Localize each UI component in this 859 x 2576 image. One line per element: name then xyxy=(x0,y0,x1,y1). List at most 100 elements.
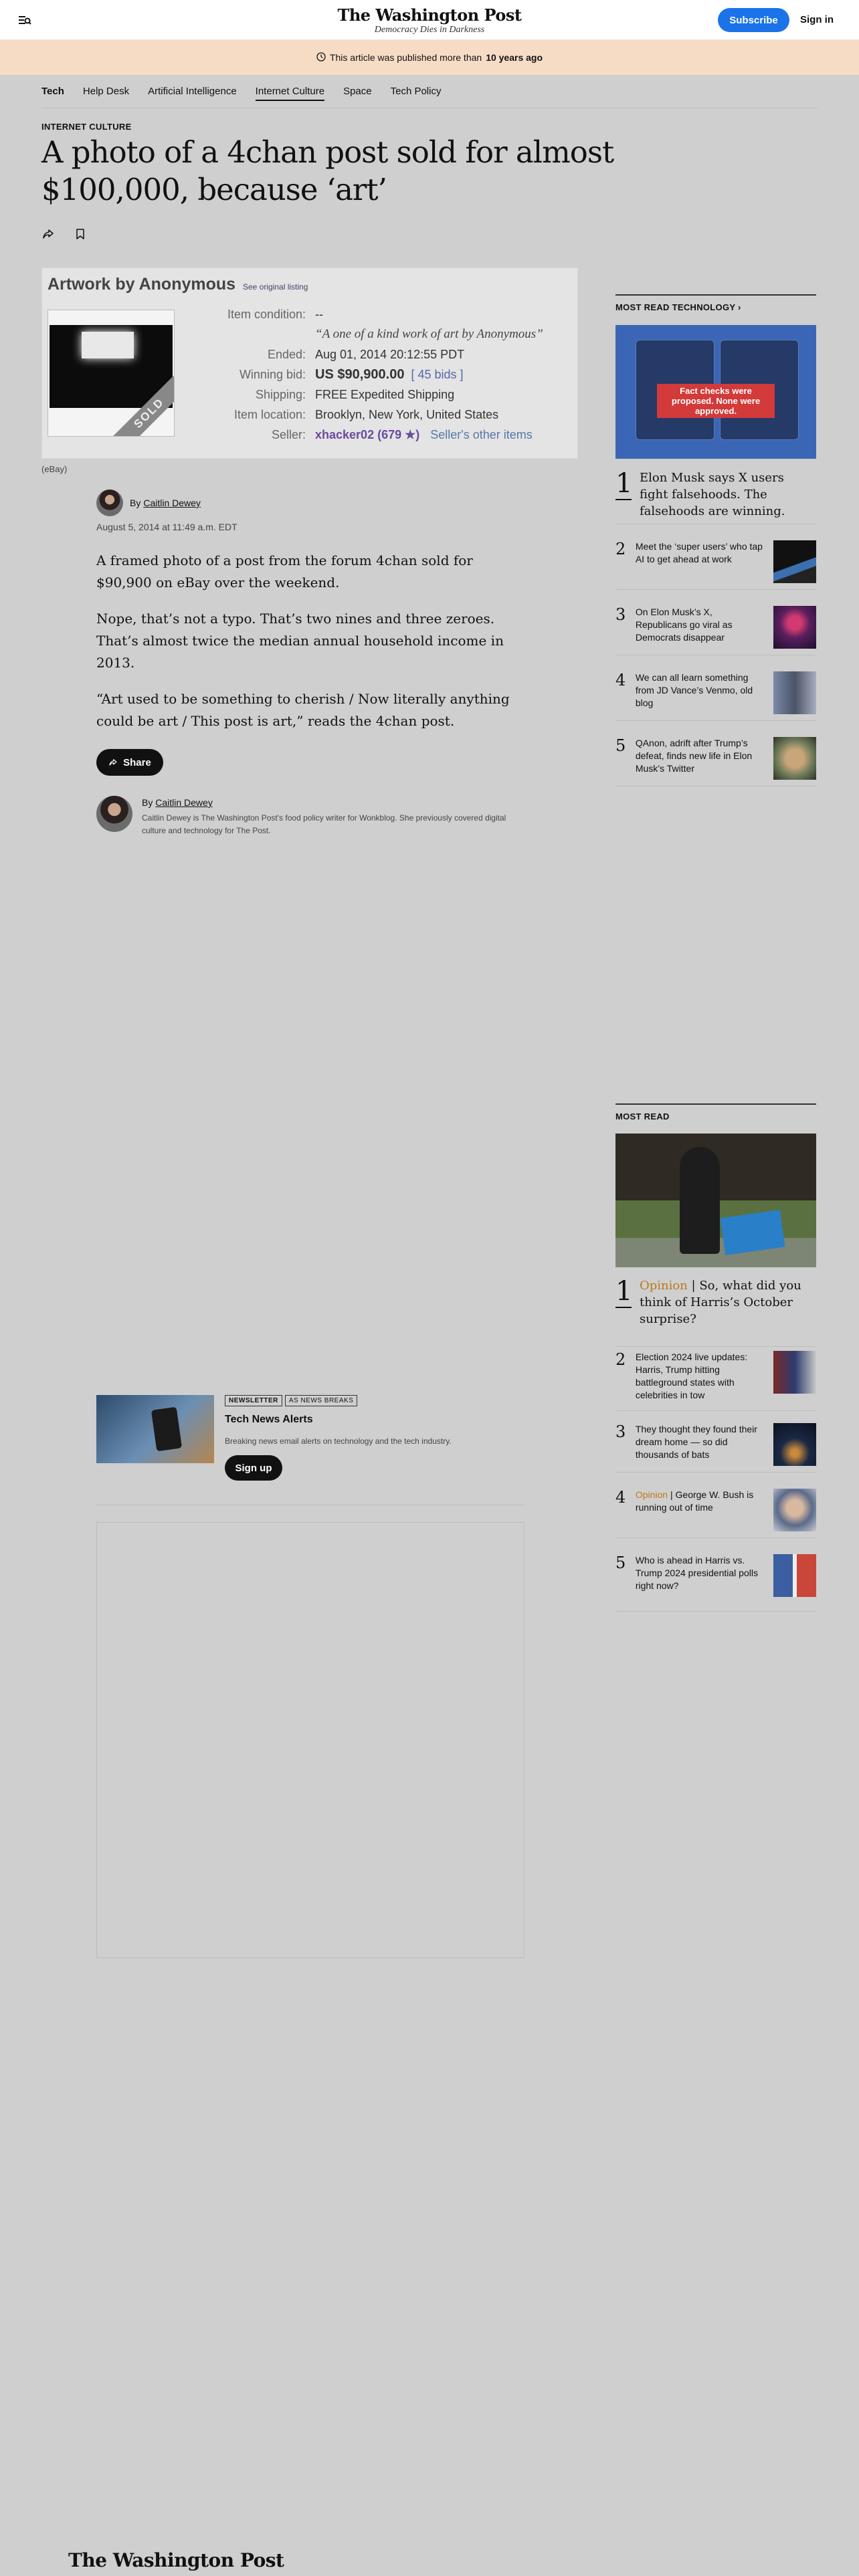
most-read-item-4[interactable]: 4 Opinion | George W. Bush is running ou… xyxy=(615,1481,816,1538)
spec-label: Winning bid: xyxy=(239,367,306,381)
rank-number: 4 xyxy=(615,671,626,689)
spec-row: Winning bid: US $90,900.00 [ 45 bids ] xyxy=(188,364,543,385)
most-read-tech-heading[interactable]: MOST READ TECHNOLOGY › xyxy=(615,294,816,312)
bio-byline: By Caitlin Dewey xyxy=(142,797,516,808)
byline-prefix: By xyxy=(130,498,141,508)
nav-space[interactable]: Space xyxy=(343,86,372,97)
winning-bid: US $90,900.00 xyxy=(315,366,405,382)
item-thumbnail[interactable] xyxy=(773,540,816,583)
tech-item-3[interactable]: 3 On Elon Musk’s X, Republicans go viral… xyxy=(615,598,816,655)
spec-row: Ended: Aug 01, 2014 20:12:55 PDT xyxy=(188,344,543,364)
item-title[interactable]: Opinion | So, what did you think of Harr… xyxy=(640,1277,814,1346)
most-read-item-5[interactable]: 5 Who is ahead in Harris vs. Trump 2024 … xyxy=(615,1546,816,1612)
most-read-tech-image[interactable]: Fact checks were proposed. None were app… xyxy=(615,325,816,459)
rank-number: 5 xyxy=(615,736,626,755)
item-thumbnail[interactable] xyxy=(773,1351,816,1394)
paragraph: “Art used to be something to cherish / N… xyxy=(96,691,510,729)
item-title[interactable]: Meet the ‘super users’ who tap AI to get… xyxy=(636,540,765,589)
section-nav: Tech Help Desk Artificial Intelligence I… xyxy=(41,75,818,108)
lead-image: Artwork by Anonymous See original listin… xyxy=(41,267,578,459)
item-thumbnail[interactable] xyxy=(773,1423,816,1466)
signin-link[interactable]: Sign in xyxy=(800,8,834,32)
opinion-label: Opinion xyxy=(640,1279,688,1293)
item-thumbnail[interactable] xyxy=(773,1554,816,1597)
publish-date: August 5, 2014 at 11:49 a.m. EDT xyxy=(96,522,237,532)
newsletter-badges: NEWSLETTER AS NEWS BREAKS xyxy=(225,1395,358,1406)
spec-row: Shipping: FREE Expedited Shipping xyxy=(188,385,543,405)
spec-value: Aug 01, 2014 20:12:55 PDT xyxy=(315,347,465,361)
tech-item-1[interactable]: 1 Elon Musk says X users fight falsehood… xyxy=(615,469,816,524)
rank-number: 3 xyxy=(615,1422,626,1441)
rank-number: 2 xyxy=(615,540,626,558)
footer-logo[interactable]: The Washington Post xyxy=(68,2549,284,2571)
kicker[interactable]: INTERNET CULTURE xyxy=(41,122,132,132)
newsletter-image xyxy=(96,1395,214,1463)
author-link[interactable]: Caitlin Dewey xyxy=(143,498,201,508)
tech-item-4[interactable]: 4 We can all learn something from JD Van… xyxy=(615,663,816,721)
spec-label: Ended: xyxy=(267,347,306,361)
nav-tech[interactable]: Tech xyxy=(41,86,64,97)
item-thumbnail[interactable] xyxy=(773,671,816,714)
nav-tech-policy[interactable]: Tech Policy xyxy=(391,86,442,97)
age-notice: This article was published more than 10 … xyxy=(0,40,859,75)
article-body: A framed photo of a post from the forum … xyxy=(96,550,524,746)
spec-row: Item location: Brooklyn, New York, United… xyxy=(188,405,543,425)
newsletter-title: Tech News Alerts xyxy=(225,1414,313,1425)
rank-number: 2 xyxy=(615,1350,626,1369)
person-graphic xyxy=(680,1147,720,1254)
seller-name: xhacker02 (679 ★) xyxy=(315,427,420,441)
spec-row: “A one of a kind work of art by Anonymou… xyxy=(188,324,543,344)
most-read-image[interactable] xyxy=(615,1134,816,1267)
author-avatar[interactable] xyxy=(96,796,132,832)
most-read-heading: MOST READ xyxy=(615,1103,816,1121)
tech-item-2[interactable]: 2 Meet the ‘super users’ who tap AI to g… xyxy=(615,532,816,590)
item-title[interactable]: We can all learn something from JD Vance… xyxy=(636,671,765,720)
paragraph: A framed photo of a post from the forum … xyxy=(96,552,473,591)
article-tools xyxy=(41,227,87,241)
most-read-item-1[interactable]: 1 Opinion | So, what did you think of Ha… xyxy=(615,1277,816,1347)
frequency-badge: AS NEWS BREAKS xyxy=(284,1395,358,1406)
fact-check-label: Fact checks were proposed. None were app… xyxy=(657,384,775,418)
author-avatar[interactable] xyxy=(96,490,123,516)
most-read-item-3[interactable]: 3 They thought they found their dream ho… xyxy=(615,1415,816,1473)
item-title[interactable]: Elon Musk says X users fight falsehoods.… xyxy=(640,469,814,524)
spec-row: Item condition: -- xyxy=(188,304,543,324)
share-label: Share xyxy=(123,756,151,768)
newsletter-signup-button[interactable]: Sign up xyxy=(225,1455,282,1481)
bookmark-icon[interactable] xyxy=(74,227,87,241)
nav-internet-culture[interactable]: Internet Culture xyxy=(255,86,325,101)
subscribe-button[interactable]: Subscribe xyxy=(718,8,789,32)
bio-text: Caitlin Dewey is The Washington Post's f… xyxy=(142,813,506,835)
share-button[interactable]: Share xyxy=(96,749,163,776)
rank-number: 5 xyxy=(615,1553,626,1572)
item-title[interactable]: They thought they found their dream home… xyxy=(636,1423,765,1472)
image-caption: (eBay) xyxy=(41,464,68,474)
spec-label: Item condition: xyxy=(227,307,306,321)
newsletter-description: Breaking news email alerts on technology… xyxy=(225,1436,452,1446)
item-title[interactable]: Opinion | George W. Bush is running out … xyxy=(636,1489,765,1537)
clock-icon xyxy=(316,51,326,64)
item-title[interactable]: On Elon Musk’s X, Republicans go viral a… xyxy=(636,606,765,655)
spec-label: Item location: xyxy=(233,407,306,421)
item-title[interactable]: QAnon, adrift after Trump’s defeat, find… xyxy=(636,737,765,786)
item-thumbnail[interactable] xyxy=(773,737,816,780)
spec-value: -- xyxy=(315,307,323,321)
tech-item-5[interactable]: 5 QAnon, adrift after Trump’s defeat, fi… xyxy=(615,729,816,786)
spec-label: Shipping: xyxy=(255,387,306,401)
nav-ai[interactable]: Artificial Intelligence xyxy=(148,86,237,97)
byline: By Caitlin Dewey xyxy=(96,490,201,516)
item-title[interactable]: Election 2024 live updates: Harris, Trum… xyxy=(636,1351,765,1410)
bid-count: [ 45 bids ] xyxy=(411,367,464,381)
notice-age: 10 years ago xyxy=(486,52,543,63)
author-link[interactable]: Caitlin Dewey xyxy=(155,797,213,808)
item-thumbnail[interactable] xyxy=(773,1489,816,1531)
most-read-item-2[interactable]: 2 Election 2024 live updates: Harris, Tr… xyxy=(615,1343,816,1411)
item-title[interactable]: Who is ahead in Harris vs. Trump 2024 pr… xyxy=(636,1554,765,1611)
spec-row: Seller: xhacker02 (679 ★) Seller's other i… xyxy=(188,425,543,445)
share-icon[interactable] xyxy=(41,227,55,241)
item-thumbnail[interactable] xyxy=(773,606,816,649)
top-bar: The Washington Post Democracy Dies in Da… xyxy=(0,0,859,40)
nav-help-desk[interactable]: Help Desk xyxy=(83,86,129,97)
rank-number: 4 xyxy=(615,1488,626,1507)
spec-quote: “A one of a kind work of art by Anonymou… xyxy=(315,327,543,341)
